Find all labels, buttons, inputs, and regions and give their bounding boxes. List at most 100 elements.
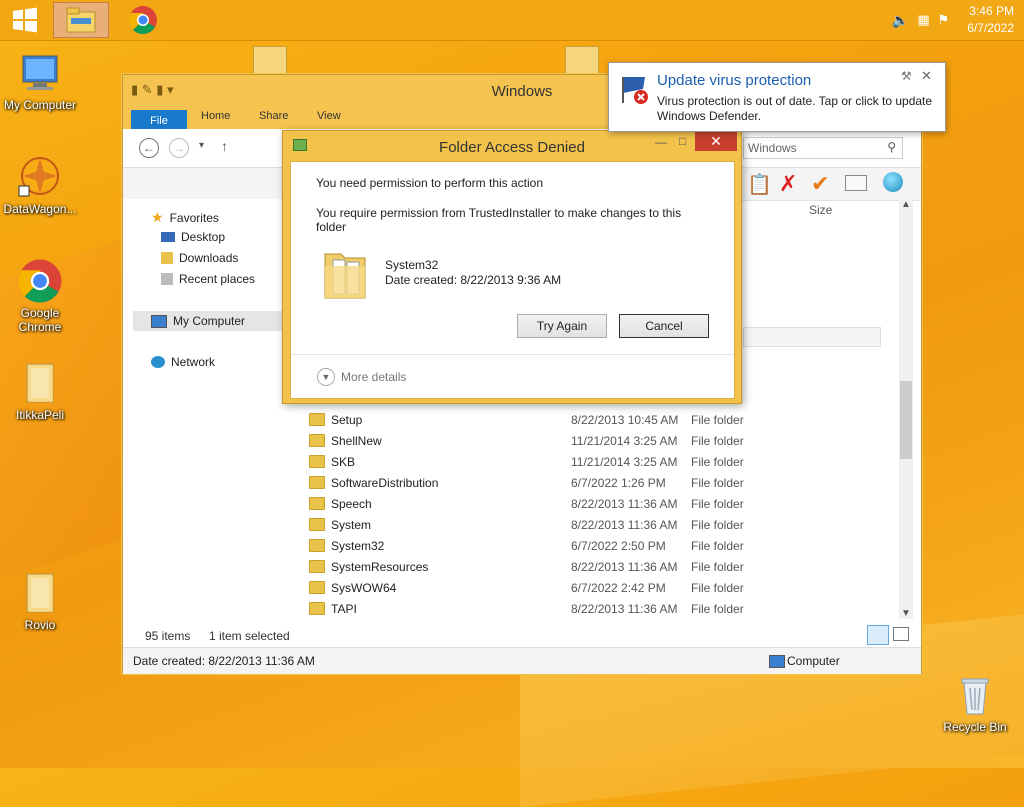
nav-my-computer[interactable]: My Computer <box>133 311 283 331</box>
settings-wrench-icon[interactable]: ⚒ <box>901 69 912 83</box>
network-icon <box>151 356 165 368</box>
folder-date: Date created: 8/22/2013 9:36 AM <box>385 273 562 287</box>
delete-icon[interactable]: ✗ <box>779 171 797 197</box>
folder-icon <box>309 518 325 531</box>
table-row[interactable]: TAPI 8/22/2013 11:36 AM File folder <box>303 598 893 619</box>
properties-icon[interactable] <box>845 175 867 191</box>
details-bar: Date created: 8/22/2013 11:36 AM Compute… <box>123 647 921 674</box>
table-row[interactable]: SysWOW64 6/7/2022 2:42 PM File folder <box>303 577 893 598</box>
dialog-body: You need permission to perform this acti… <box>290 161 735 399</box>
tab-view[interactable]: View <box>317 110 341 122</box>
folder-icon <box>309 581 325 594</box>
table-row[interactable]: SystemResources 8/22/2013 11:36 AM File fo… <box>303 556 893 577</box>
date-created-info: Date created: 8/22/2013 11:36 AM <box>133 654 315 668</box>
recycle-bin-icon <box>952 672 998 718</box>
table-row[interactable]: SoftwareDistribution 6/7/2022 1:26 PM File… <box>303 472 893 493</box>
details-view-icon[interactable] <box>867 625 889 645</box>
chrome-icon <box>129 6 157 35</box>
large-icons-view-icon[interactable] <box>893 627 909 641</box>
scroll-down-icon[interactable]: ▼ <box>901 608 911 619</box>
minimize-icon[interactable]: — <box>655 135 667 149</box>
tab-share[interactable]: Share <box>259 110 288 122</box>
nav-favorites[interactable]: ★ Favorites <box>151 209 219 226</box>
checkmark-icon[interactable]: ✔ <box>811 171 829 197</box>
desktop-icon-itikkapeli[interactable]: ItikkaPeli <box>0 360 80 422</box>
file-list: Setup 8/22/2013 10:45 AM File folder Shell… <box>303 409 893 619</box>
desktop-icon-recycle-bin[interactable]: Recycle Bin <box>935 672 1015 734</box>
try-again-button[interactable]: Try Again <box>517 314 607 338</box>
dialog-title: Folder Access Denied <box>439 139 585 156</box>
forward-icon[interactable]: → <box>169 138 189 158</box>
search-input[interactable]: Windows <box>748 141 797 155</box>
nav-downloads[interactable]: Downloads <box>161 251 238 265</box>
up-arrow-icon[interactable]: ↑ <box>221 138 228 154</box>
folder-name: System32 <box>385 258 439 272</box>
computer-icon <box>17 50 63 96</box>
clock[interactable]: 3:46 PM 6/7/2022 <box>967 3 1014 37</box>
windows-logo-icon <box>13 7 37 33</box>
close-button[interactable]: ✕ <box>695 131 737 151</box>
nav-desktop[interactable]: Desktop <box>161 230 225 244</box>
paste-icon[interactable]: 📋 <box>747 172 772 197</box>
table-row[interactable]: SKB 11/21/2014 3:25 AM File folder <box>303 451 893 472</box>
notification-message: Virus protection is out of date. Tap or … <box>657 94 933 123</box>
table-row[interactable]: Setup 8/22/2013 10:45 AM File folder <box>303 409 893 430</box>
folder-icon <box>309 497 325 510</box>
taskbar: 🔈 ▦ ⚑ 3:46 PM 6/7/2022 <box>0 0 1024 41</box>
datawagon-icon <box>17 154 63 200</box>
vertical-scrollbar[interactable]: ▲ ▼ <box>899 199 913 619</box>
start-button[interactable] <box>10 2 40 38</box>
nav-recent-places[interactable]: Recent places <box>161 272 255 286</box>
volume-icon[interactable]: 🔈 <box>892 12 909 29</box>
defender-notification[interactable]: Update virus protection Virus protection… <box>608 62 946 132</box>
selected-row-highlight <box>743 327 881 347</box>
downloads-icon <box>161 252 173 264</box>
close-icon[interactable]: ✕ <box>921 68 932 84</box>
selection-count: 1 item selected <box>209 629 290 643</box>
globe-icon[interactable] <box>883 172 903 192</box>
column-header-size[interactable]: Size <box>809 203 832 217</box>
chevron-down-icon[interactable]: ▾ <box>199 140 204 151</box>
folder-icon <box>309 539 325 552</box>
tab-home[interactable]: Home <box>201 110 230 122</box>
desktop-icon-my-computer[interactable]: My Computer <box>0 50 80 112</box>
folder-icon <box>309 455 325 468</box>
scrollbar-thumb[interactable] <box>900 381 912 459</box>
table-row[interactable]: System 8/22/2013 11:36 AM File folder <box>303 514 893 535</box>
search-box[interactable]: Windows ⚲ <box>743 137 903 159</box>
table-row[interactable]: ShellNew 11/21/2014 3:25 AM File folder <box>303 430 893 451</box>
desktop-icon-google-chrome[interactable]: Google Chrome <box>0 258 80 334</box>
table-row[interactable]: System32 6/7/2022 2:50 PM File folder <box>303 535 893 556</box>
desktop-icon-label: Rovio <box>24 618 56 632</box>
folder-icon <box>309 434 325 447</box>
maximize-icon[interactable]: □ <box>679 134 686 148</box>
computer-icon <box>151 314 167 328</box>
scroll-up-icon[interactable]: ▲ <box>901 199 911 210</box>
network-icon[interactable]: ▦ <box>917 12 929 28</box>
dialog-title-bar[interactable]: Folder Access Denied — □ ✕ <box>283 131 741 161</box>
taskbar-file-explorer[interactable] <box>53 2 109 38</box>
chevron-down-icon[interactable]: ▼ <box>317 368 335 386</box>
desktop-icon-label: My Computer <box>3 98 77 112</box>
folder-access-denied-dialog: Folder Access Denied — □ ✕ You need perm… <box>282 130 742 404</box>
folder-icon <box>309 560 325 573</box>
desktop-icon-label: Recycle Bin <box>943 720 1007 734</box>
clock-time: 3:46 PM <box>969 4 1014 18</box>
taskbar-chrome[interactable] <box>120 2 166 38</box>
defender-shield-icon <box>619 73 651 105</box>
more-details-link[interactable]: More details <box>341 370 406 384</box>
desktop-icon-datawagon[interactable]: DataWagon... <box>0 154 80 216</box>
folder-icon <box>17 360 63 406</box>
desktop-icon <box>161 232 175 242</box>
desktop-icon-rovio[interactable]: Rovio <box>0 570 80 632</box>
cancel-button[interactable]: Cancel <box>619 314 709 338</box>
nav-network[interactable]: Network <box>151 355 215 369</box>
table-row[interactable]: Speech 8/22/2013 11:36 AM File folder <box>303 493 893 514</box>
action-center-flag-icon[interactable]: ⚑ <box>938 12 950 28</box>
file-explorer-icon <box>66 7 96 33</box>
folder-icon <box>17 570 63 616</box>
status-bar: 95 items 1 item selected <box>123 625 921 647</box>
folder-icon <box>321 242 369 302</box>
desktop-icon-label: DataWagon... <box>3 202 77 216</box>
back-icon[interactable]: ← <box>139 138 159 158</box>
